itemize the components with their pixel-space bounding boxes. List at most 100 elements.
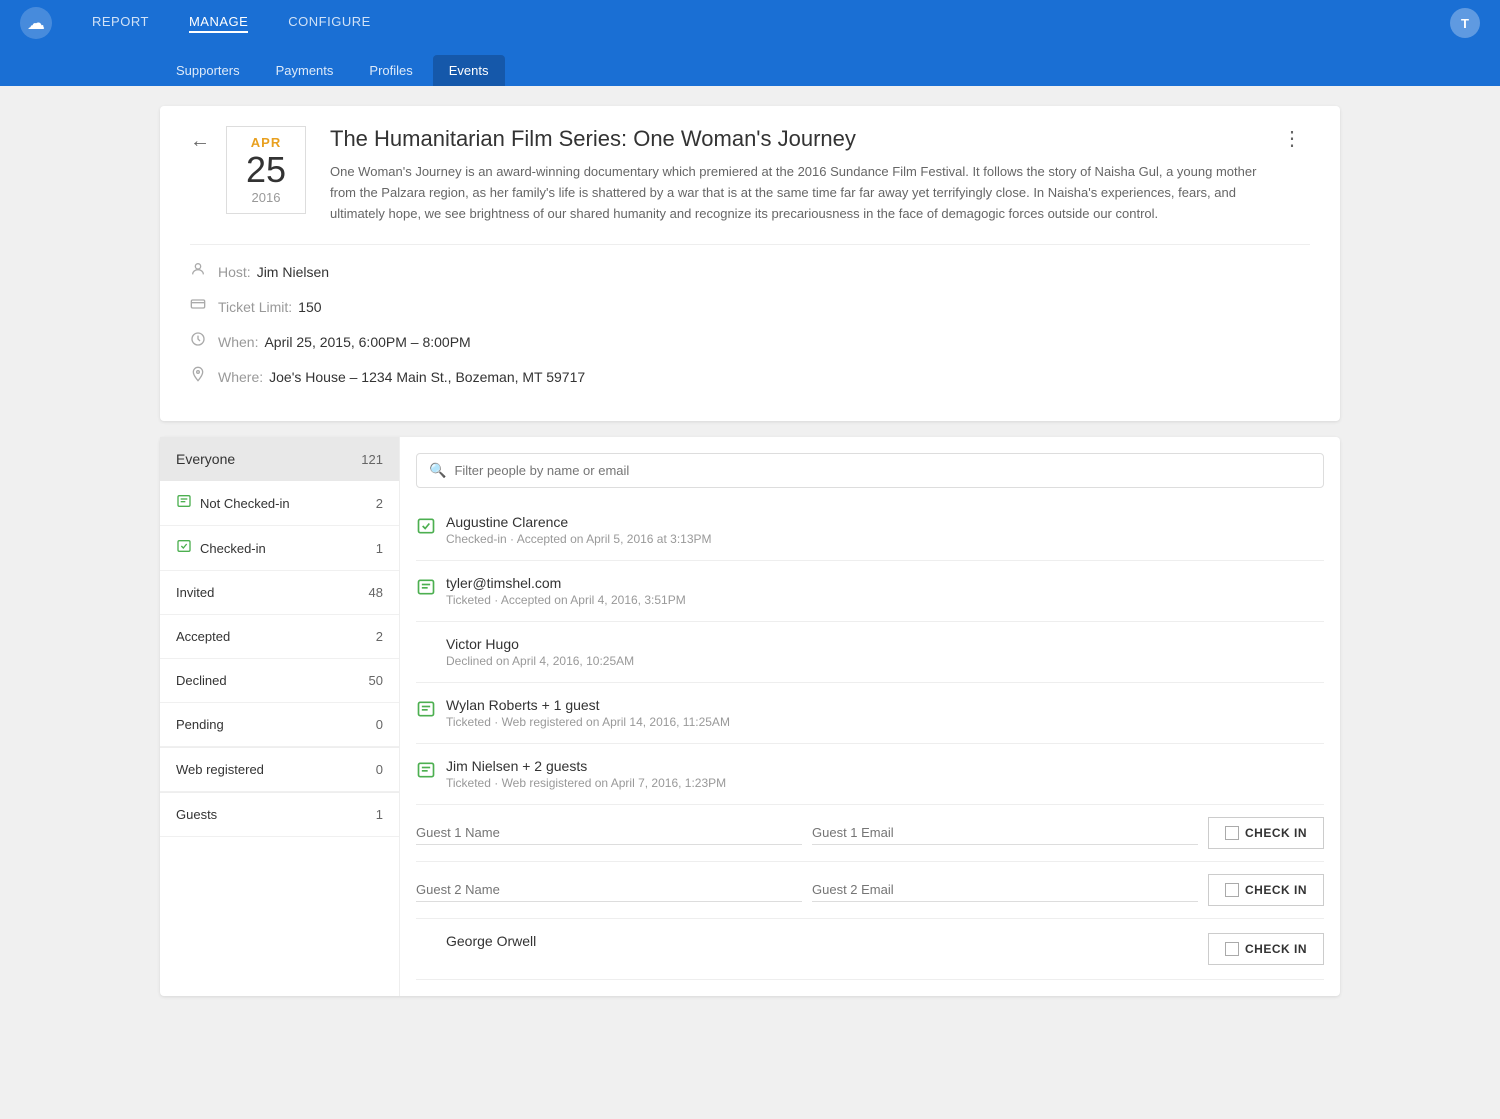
guest2-email-input[interactable] [812,878,1198,902]
ticket-value: 150 [298,299,321,315]
guests-label: Guests [176,807,217,822]
person-name: Wylan Roberts + 1 guest [446,697,1324,713]
checkin-checkbox [1225,826,1239,840]
person-info: Augustine Clarence Checked-in · Accepted… [446,514,1324,546]
checkin-checkbox [1225,883,1239,897]
sidebar: Everyone 121 Not Checked-in 2 Ch [160,437,400,996]
sub-navigation: Supporters Payments Profiles Events [0,46,1500,86]
cloud-icon: ☁ [27,13,45,34]
sidebar-accepted[interactable]: Accepted 2 [160,615,399,659]
nav-configure[interactable]: CONFIGURE [288,14,371,33]
back-button[interactable]: ← [190,130,210,153]
top-navigation: ☁ REPORT MANAGE CONFIGURE T [0,0,1500,46]
guest2-name-input[interactable] [416,878,802,902]
george-orwell-checkin-button[interactable]: CHECK IN [1208,933,1324,965]
person-name: Victor Hugo [446,636,1324,652]
event-year: 2016 [235,190,297,205]
where-label: Where: [218,369,263,385]
george-orwell-row: George Orwell CHECK IN [416,919,1324,980]
sidebar-guests[interactable]: Guests 1 [160,793,399,837]
guest1-checkin-button[interactable]: CHECK IN [1208,817,1324,849]
guest1-email-input[interactable] [812,821,1198,845]
person-icon [190,261,218,282]
when-value: April 25, 2015, 6:00PM – 8:00PM [264,334,470,350]
sidebar-web-registered[interactable]: Web registered 0 [160,748,399,792]
location-icon [190,366,218,387]
ticket-label: Ticket Limit: [218,299,292,315]
person-sub: Ticketed · Web resigistered on April 7, … [446,776,1324,790]
when-label: When: [218,334,258,350]
guest-row-2: CHECK IN [416,862,1324,919]
person-ticket-icon [416,575,446,602]
user-avatar[interactable]: T [1450,8,1480,38]
declined-count: 50 [369,673,383,688]
person-row: Jim Nielsen + 2 guests Ticketed · Web re… [416,744,1324,805]
person-info: tyler@timshel.com Ticketed · Accepted on… [446,575,1324,607]
not-checked-in-count: 2 [376,496,383,511]
guest2-checkin-label: CHECK IN [1245,883,1307,897]
guest1-checkin-label: CHECK IN [1245,826,1307,840]
sidebar-pending[interactable]: Pending 0 [160,703,399,747]
web-registered-label: Web registered [176,762,264,777]
event-date-box: APR 25 2016 [226,126,306,214]
ticket-icon [190,296,218,317]
main-content: ← APR 25 2016 The Humanitarian Film Seri… [0,86,1500,1016]
event-title: The Humanitarian Film Series: One Woman'… [330,126,1274,152]
people-list: 🔍 Augustine Clarence Checked-in · Accept… [400,437,1340,996]
person-name: tyler@timshel.com [446,575,1324,591]
host-value: Jim Nielsen [257,264,329,280]
person-ticket-checked-icon [416,514,446,541]
person-info: Victor Hugo Declined on April 4, 2016, 1… [446,636,1324,668]
george-orwell-icon [416,933,446,935]
search-icon: 🔍 [429,462,446,479]
when-row: When: April 25, 2015, 6:00PM – 8:00PM [190,331,1310,352]
person-name: Augustine Clarence [446,514,1324,530]
guests-count: 1 [376,807,383,822]
person-name: Jim Nielsen + 2 guests [446,758,1324,774]
host-row: Host: Jim Nielsen [190,261,1310,282]
george-orwell-name: George Orwell [446,933,536,949]
event-month: APR [235,135,297,150]
everyone-count: 121 [361,452,383,467]
app-logo: ☁ [20,7,52,39]
search-input[interactable] [454,463,1311,478]
nav-report[interactable]: REPORT [92,14,149,33]
subnav-profiles[interactable]: Profiles [353,55,428,86]
not-checked-in-label: Not Checked-in [200,496,376,511]
person-row: Wylan Roberts + 1 guest Ticketed · Web r… [416,683,1324,744]
guest1-name-input[interactable] [416,821,802,845]
checkin-checkbox [1225,942,1239,956]
pending-count: 0 [376,717,383,732]
sidebar-declined[interactable]: Declined 50 [160,659,399,703]
person-row: Augustine Clarence Checked-in · Accepted… [416,500,1324,561]
sidebar-item-checked-in[interactable]: Checked-in 1 [160,526,399,571]
person-sub: Checked-in · Accepted on April 5, 2016 a… [446,532,1324,546]
search-bar[interactable]: 🔍 [416,453,1324,488]
event-day: 25 [235,150,297,190]
everyone-section[interactable]: Everyone 121 [160,437,399,481]
declined-label: Declined [176,673,227,688]
bottom-section: Everyone 121 Not Checked-in 2 Ch [160,437,1340,996]
person-sub: Declined on April 4, 2016, 10:25AM [446,654,1324,668]
george-orwell-checkin-label: CHECK IN [1245,942,1307,956]
sidebar-item-not-checked-in[interactable]: Not Checked-in 2 [160,481,399,526]
accepted-label: Accepted [176,629,230,644]
subnav-events[interactable]: Events [433,55,505,86]
guest2-checkin-button[interactable]: CHECK IN [1208,874,1324,906]
checked-in-count: 1 [376,541,383,556]
subnav-supporters[interactable]: Supporters [160,55,256,86]
ticket-row: Ticket Limit: 150 [190,296,1310,317]
web-registered-count: 0 [376,762,383,777]
nav-manage[interactable]: MANAGE [189,14,248,33]
pending-label: Pending [176,717,224,732]
checked-in-icon [176,538,200,558]
invited-label: Invited [176,585,214,600]
subnav-payments[interactable]: Payments [260,55,350,86]
event-more-button[interactable]: ⋮ [1274,126,1310,151]
host-label: Host: [218,264,251,280]
sidebar-invited[interactable]: Invited 48 [160,571,399,615]
person-row: tyler@timshel.com Ticketed · Accepted on… [416,561,1324,622]
where-row: Where: Joe's House – 1234 Main St., Boze… [190,366,1310,387]
guest-row-1: CHECK IN [416,805,1324,862]
invited-count: 48 [369,585,383,600]
